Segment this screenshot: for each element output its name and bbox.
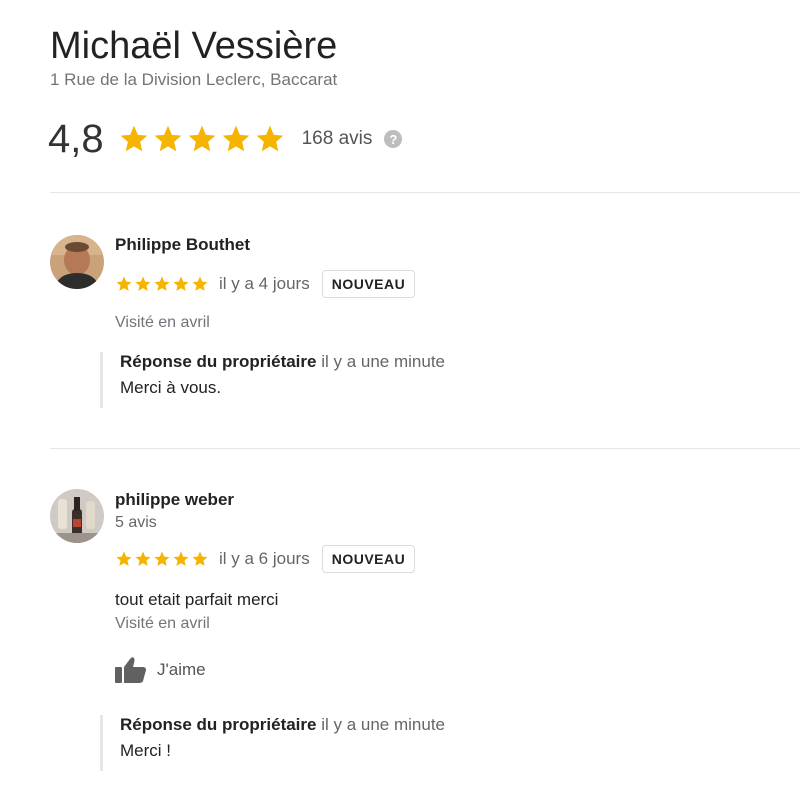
new-badge: NOUVEAU bbox=[321, 545, 416, 573]
reviewer-review-count: 5 avis bbox=[115, 514, 157, 531]
like-label: J'aime bbox=[157, 660, 206, 679]
place-address: 1 Rue de la Division Leclerc, Baccarat bbox=[50, 70, 338, 89]
star-icon bbox=[154, 551, 170, 566]
reply-text: Merci ! bbox=[120, 741, 171, 760]
reply-text: Merci à vous. bbox=[120, 378, 222, 397]
star-icon bbox=[222, 125, 249, 152]
star-icon bbox=[135, 551, 151, 566]
place-title: Michaël Vessière bbox=[50, 25, 338, 67]
reply-time: il y a une minute bbox=[321, 715, 446, 734]
thumbs-up-icon bbox=[115, 657, 146, 683]
rating-stars bbox=[118, 123, 286, 155]
reviewer-name[interactable]: philippe weber bbox=[115, 490, 234, 510]
star-icon bbox=[173, 276, 189, 291]
review-count-link[interactable]: 168 avis bbox=[302, 128, 373, 150]
avatar-photo bbox=[50, 489, 104, 543]
owner-reply: Réponse du propriétaire il y a une minut… bbox=[100, 715, 445, 771]
star-icon bbox=[116, 551, 132, 566]
reply-header: Réponse du propriétaire il y a une minut… bbox=[120, 352, 445, 372]
star-icon bbox=[154, 125, 181, 152]
review-stars bbox=[115, 275, 209, 293]
star-icon bbox=[135, 276, 151, 291]
star-icon bbox=[120, 125, 147, 152]
avatar[interactable] bbox=[50, 489, 104, 543]
rating-summary: 4,8 168 avis ? bbox=[48, 114, 403, 164]
divider bbox=[50, 192, 800, 193]
reply-title: Réponse du propriétaire bbox=[120, 352, 317, 371]
divider bbox=[50, 448, 800, 449]
star-icon bbox=[116, 276, 132, 291]
star-icon bbox=[192, 551, 208, 566]
like-button[interactable]: J'aime bbox=[115, 654, 206, 686]
review-meta: il y a 4 jours NOUVEAU bbox=[115, 269, 416, 299]
review-time: il y a 4 jours bbox=[219, 274, 310, 293]
new-badge: NOUVEAU bbox=[321, 270, 416, 298]
star-icon bbox=[192, 276, 208, 291]
review-time: il y a 6 jours bbox=[219, 549, 310, 568]
review-stars bbox=[115, 550, 209, 568]
avatar[interactable] bbox=[50, 235, 104, 289]
review-text: tout etait parfait merci bbox=[115, 590, 279, 609]
help-icon[interactable]: ? bbox=[384, 130, 403, 148]
star-icon bbox=[154, 276, 170, 291]
star-icon bbox=[256, 125, 283, 152]
reply-title: Réponse du propriétaire bbox=[120, 715, 317, 734]
star-icon bbox=[173, 551, 189, 566]
reply-time: il y a une minute bbox=[321, 352, 446, 371]
review-meta: il y a 6 jours NOUVEAU bbox=[115, 544, 416, 574]
owner-reply: Réponse du propriétaire il y a une minut… bbox=[100, 352, 445, 408]
star-icon bbox=[188, 125, 215, 152]
visited-text: Visité en avril bbox=[115, 314, 210, 331]
rating-value: 4,8 bbox=[48, 116, 104, 161]
reply-header: Réponse du propriétaire il y a une minut… bbox=[120, 715, 445, 735]
avatar-photo bbox=[50, 235, 104, 289]
visited-text: Visité en avril bbox=[115, 615, 210, 632]
reviewer-name[interactable]: Philippe Bouthet bbox=[115, 235, 250, 255]
